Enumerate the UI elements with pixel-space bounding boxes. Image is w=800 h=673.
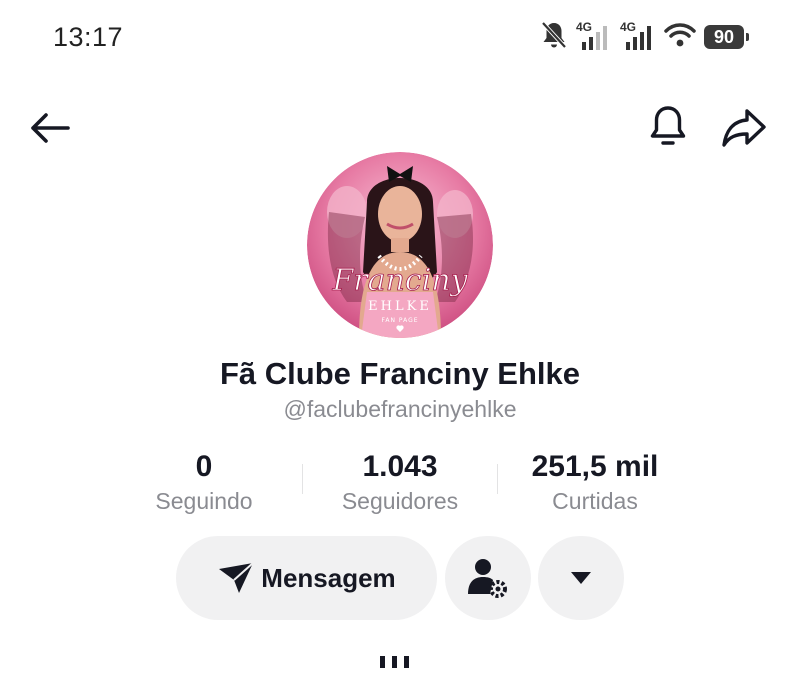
message-button-label: Mensagem xyxy=(261,562,396,593)
status-icons: 4G 4G 90 xyxy=(540,20,749,55)
friend-options-button[interactable] xyxy=(445,536,531,620)
signal-1-icon: 4G xyxy=(576,20,612,52)
arrow-left-icon xyxy=(31,113,70,143)
stat-likes-label: Curtidas xyxy=(552,488,638,514)
user-settings-icon xyxy=(468,559,507,598)
share-arrow-icon xyxy=(722,109,766,147)
avatar-tag-text: FAN PAGE xyxy=(381,317,418,324)
message-button[interactable]: Mensagem xyxy=(176,536,437,620)
stat-divider xyxy=(497,464,498,494)
profile-handle: @faclubefrancinyehlke xyxy=(283,396,517,422)
notification-bell-button[interactable] xyxy=(644,102,692,152)
more-options-button[interactable] xyxy=(538,536,624,620)
profile-name: Fã Clube Franciny Ehlke xyxy=(219,356,581,391)
stat-following-value: 0 xyxy=(195,450,213,483)
profile-avatar[interactable]: Franciny EHLKE FAN PAGE xyxy=(307,152,493,338)
stat-following[interactable]: 0 Seguindo xyxy=(124,450,284,515)
caret-down-icon xyxy=(571,572,591,584)
stat-followers[interactable]: 1.043 Seguidores xyxy=(310,450,490,515)
back-button[interactable] xyxy=(26,106,74,150)
signal-2-icon: 4G xyxy=(620,20,656,52)
tab-grid-icon[interactable] xyxy=(378,652,412,668)
battery-indicator: 90 xyxy=(704,25,749,49)
share-button[interactable] xyxy=(718,104,770,152)
status-bar: 13:17 4G 4G 90 xyxy=(0,0,800,76)
stat-followers-value: 1.043 xyxy=(362,450,438,483)
stat-likes[interactable]: 251,5 mil Curtidas xyxy=(510,450,680,515)
stat-divider xyxy=(302,464,303,494)
wifi-icon xyxy=(664,22,696,53)
avatar-script-text: Franciny xyxy=(331,263,468,298)
status-time: 13:17 xyxy=(53,22,124,52)
bell-icon xyxy=(650,106,686,145)
stat-followers-label: Seguidores xyxy=(341,488,459,514)
stat-likes-value: 251,5 mil xyxy=(531,450,659,483)
mute-bell-icon xyxy=(540,20,568,55)
stat-following-label: Seguindo xyxy=(155,488,253,514)
avatar-sub-text: EHLKE xyxy=(368,299,432,314)
send-icon xyxy=(219,562,254,593)
